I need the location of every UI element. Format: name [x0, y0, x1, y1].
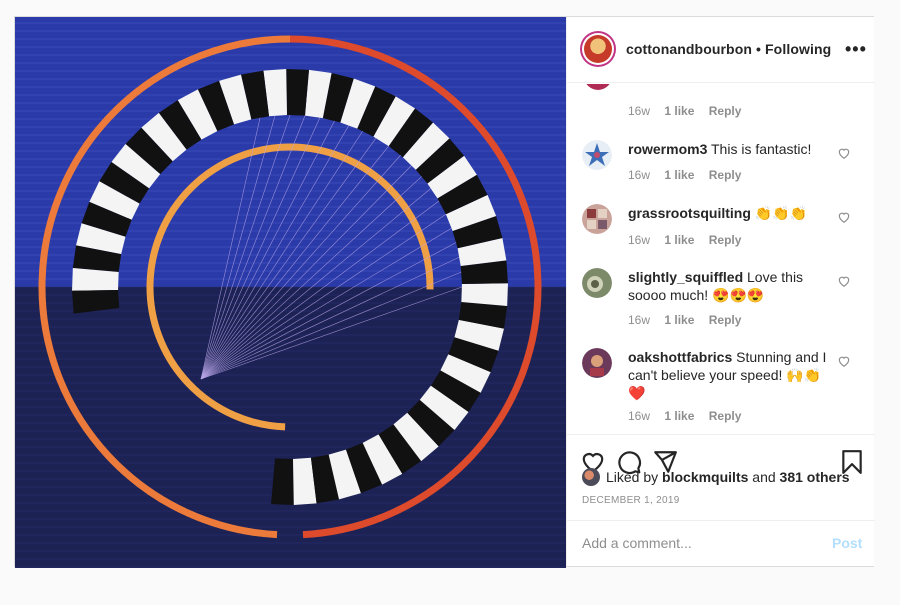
comments-list[interactable]: 16w 1 like Reply rowermom3 This is fanta…	[567, 84, 875, 434]
comment-input[interactable]	[582, 533, 802, 553]
comment-like-icon[interactable]	[837, 210, 851, 224]
reply-button[interactable]: Reply	[709, 168, 742, 182]
liked-by-joiner: and	[752, 469, 776, 485]
comment-username[interactable]: oakshottfabrics	[628, 349, 732, 365]
comment-text: grassrootsquilting 👏👏👏	[628, 204, 828, 222]
comment-meta: 16w 1 like Reply	[628, 104, 752, 118]
comment-likes[interactable]: 1 like	[664, 409, 694, 423]
comment-text: rowermom3 This is fantastic!	[628, 140, 828, 158]
piano-key	[461, 283, 508, 306]
liked-by-prefix: Liked by	[606, 469, 659, 485]
comment-time: 16w	[628, 104, 651, 118]
comment-time: 16w	[628, 409, 651, 423]
post-date: DECEMBER 1, 2019	[582, 495, 680, 506]
reply-button[interactable]: Reply	[709, 233, 742, 247]
comment-username[interactable]: grassrootsquilting	[628, 205, 751, 221]
comment-like-icon[interactable]	[837, 146, 851, 160]
post-image[interactable]	[15, 17, 566, 568]
post-sidebar: cottonandbourbon • Following ••• 16w 1 l…	[566, 17, 875, 566]
likes-summary: Liked by blockmquilts and 381 others	[582, 468, 850, 486]
commenter-avatar[interactable]	[584, 84, 612, 90]
author-line: cottonandbourbon • Following	[626, 41, 831, 57]
comment-time: 16w	[628, 168, 651, 182]
liked-by-others[interactable]: 381 others	[780, 469, 850, 485]
comment-meta: 16w 1 like Reply	[628, 313, 752, 327]
following-button[interactable]: Following	[765, 41, 831, 57]
comment-text: oakshottfabrics Stunning and I can't bel…	[628, 348, 828, 402]
comment-likes[interactable]: 1 like	[664, 168, 694, 182]
commenter-avatar[interactable]	[582, 140, 612, 170]
comment-username[interactable]: rowermom3	[628, 141, 707, 157]
comment-body: 👏👏👏	[754, 205, 808, 221]
post-comment-button[interactable]: Post	[832, 535, 862, 551]
liker-avatar[interactable]	[582, 468, 600, 486]
comment-likes[interactable]: 1 like	[664, 104, 694, 118]
comment-username[interactable]: slightly_squiffled	[628, 269, 743, 285]
comment-like-icon[interactable]	[837, 354, 851, 368]
instagram-post: cottonandbourbon • Following ••• 16w 1 l…	[14, 16, 875, 568]
author-username[interactable]: cottonandbourbon	[626, 41, 752, 57]
piano-key	[72, 268, 119, 291]
comment-likes[interactable]: 1 like	[664, 313, 694, 327]
reply-button[interactable]: Reply	[709, 409, 742, 423]
commenter-avatar[interactable]	[582, 348, 612, 378]
comment-likes[interactable]: 1 like	[664, 233, 694, 247]
comment-time: 16w	[628, 233, 651, 247]
comment-time: 16w	[628, 313, 651, 327]
more-options-icon[interactable]: •••	[845, 39, 867, 60]
liked-by-user[interactable]: blockmquilts	[662, 469, 748, 485]
piano-key	[286, 69, 309, 116]
comment-text: slightly_squiffled Love this soooo much!…	[628, 268, 828, 304]
commenter-avatar[interactable]	[582, 204, 612, 234]
reply-button[interactable]: Reply	[709, 313, 742, 327]
piano-key	[271, 458, 294, 505]
commenter-avatar[interactable]	[582, 268, 612, 298]
reply-button[interactable]: Reply	[709, 104, 742, 118]
comment-meta: 16w 1 like Reply	[628, 168, 752, 182]
comment-meta: 16w 1 like Reply	[628, 409, 752, 423]
add-comment-bar: Post	[567, 520, 875, 566]
comment-meta: 16w 1 like Reply	[628, 233, 752, 247]
comment-body: This is fantastic!	[711, 141, 812, 157]
quilt-artwork	[15, 17, 566, 568]
author-avatar[interactable]	[580, 31, 616, 67]
separator-dot: •	[756, 41, 762, 57]
comment-like-icon[interactable]	[837, 274, 851, 288]
post-header: cottonandbourbon • Following •••	[567, 17, 875, 83]
